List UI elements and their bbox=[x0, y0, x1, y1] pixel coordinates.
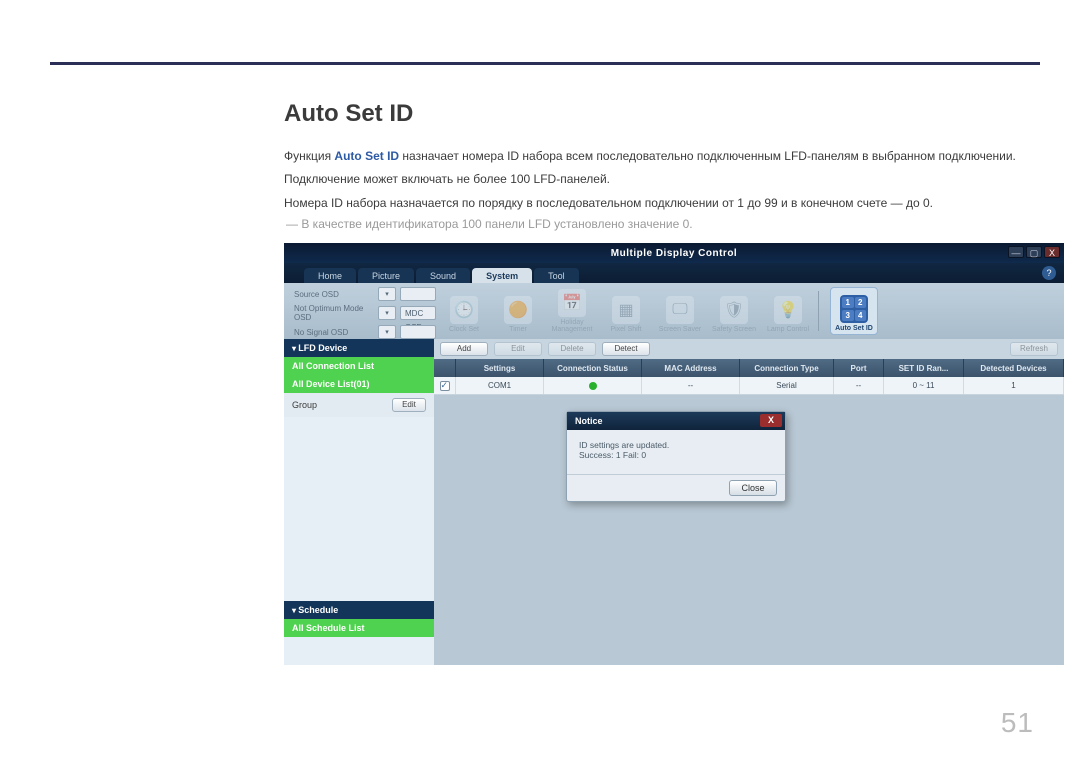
tool-timer[interactable]: 🟠Timer bbox=[494, 287, 542, 335]
table-row[interactable]: COM1 -- Serial -- 0 ~ 11 1 bbox=[434, 377, 1064, 395]
tool-icons-row: 🕒Clock Set 🟠Timer 📅Holiday Management ▦P… bbox=[440, 283, 1058, 339]
window-close-button[interactable]: X bbox=[1044, 246, 1060, 258]
keyword-auto-set-id: Auto Set ID bbox=[334, 149, 399, 163]
help-button[interactable]: ? bbox=[1042, 266, 1056, 280]
tab-sound[interactable]: Sound bbox=[416, 268, 470, 283]
tool-pixel-shift[interactable]: ▦Pixel Shift bbox=[602, 287, 650, 335]
tab-tool[interactable]: Tool bbox=[534, 268, 579, 283]
page-title: Auto Set ID bbox=[284, 100, 1044, 128]
cell-settings: COM1 bbox=[456, 377, 544, 394]
clock-icon: 🕒 bbox=[450, 296, 478, 324]
tool-holiday[interactable]: 📅Holiday Management bbox=[548, 287, 596, 335]
main-tabs: Home Picture Sound System Tool ? bbox=[284, 263, 1064, 283]
th-check bbox=[434, 359, 456, 377]
window-maximize-button[interactable]: ▢ bbox=[1026, 246, 1042, 258]
osd-value-1[interactable] bbox=[400, 287, 436, 301]
osd-label-2: Not Optimum Mode OSD bbox=[294, 304, 374, 322]
refresh-button[interactable]: Refresh bbox=[1010, 342, 1058, 356]
notice-dialog: Notice X ID settings are updated. Succes… bbox=[566, 411, 786, 502]
sidebar-all-device[interactable]: All Device List(01) bbox=[284, 375, 434, 393]
detect-button[interactable]: Detect bbox=[602, 342, 650, 356]
th-port: Port bbox=[834, 359, 884, 377]
edit-button[interactable]: Edit bbox=[494, 342, 542, 356]
auto-set-id-icon: 1234 bbox=[840, 295, 868, 323]
tool-clock-set[interactable]: 🕒Clock Set bbox=[440, 287, 488, 335]
grid-icon: ▦ bbox=[612, 296, 640, 324]
p1-post: назначает номера ID набора всем последов… bbox=[399, 149, 1016, 163]
dialog-line-1: ID settings are updated. bbox=[579, 440, 773, 450]
tool-auto-set-id[interactable]: 1234 Auto Set ID bbox=[830, 287, 878, 335]
sidebar: LFD Device All Connection List All Devic… bbox=[284, 339, 434, 665]
table-header: Settings Connection Status MAC Address C… bbox=[434, 359, 1064, 377]
sidebar-header-schedule[interactable]: Schedule bbox=[284, 601, 434, 619]
row-checkbox[interactable] bbox=[440, 381, 450, 391]
dialog-title: Notice bbox=[575, 416, 603, 426]
page-number: 51 bbox=[1001, 707, 1034, 739]
tab-system[interactable]: System bbox=[472, 268, 532, 283]
cell-detected: 1 bbox=[964, 377, 1064, 394]
action-bar: Add Edit Delete Detect Refresh bbox=[434, 339, 1064, 359]
app-window: Multiple Display Control — ▢ X Home Pict… bbox=[284, 243, 1064, 665]
osd-label-1: Source OSD bbox=[294, 290, 374, 299]
cell-status bbox=[544, 377, 642, 394]
delete-button[interactable]: Delete bbox=[548, 342, 596, 356]
sidebar-group-row: Group Edit bbox=[284, 393, 434, 417]
osd-value-3[interactable] bbox=[400, 325, 436, 339]
toolbar: Source OSD ▾ Not Optimum Mode OSD ▾ MDC … bbox=[284, 283, 1064, 339]
sidebar-group-label: Group bbox=[292, 400, 317, 410]
sidebar-all-connection[interactable]: All Connection List bbox=[284, 357, 434, 375]
title-bar: Multiple Display Control — ▢ X bbox=[284, 243, 1064, 263]
dialog-body: ID settings are updated. Success: 1 Fail… bbox=[567, 430, 785, 474]
shield-icon: 🛡 bbox=[720, 296, 748, 324]
add-button[interactable]: Add bbox=[440, 342, 488, 356]
osd-dropdown-1[interactable]: ▾ bbox=[378, 287, 396, 301]
device-table: Settings Connection Status MAC Address C… bbox=[434, 359, 1064, 665]
lamp-icon: 💡 bbox=[774, 296, 802, 324]
tool-screen-saver[interactable]: 🖵Screen Saver bbox=[656, 287, 704, 335]
th-setid-range: SET ID Ran... bbox=[884, 359, 964, 377]
cell-type: Serial bbox=[740, 377, 834, 394]
calendar-icon: 📅 bbox=[558, 289, 586, 317]
p1-pre: Функция bbox=[284, 149, 334, 163]
tool-safety-screen[interactable]: 🛡Safety Screen bbox=[710, 287, 758, 335]
dialog-title-bar: Notice X bbox=[567, 412, 785, 430]
cell-mac: -- bbox=[642, 377, 740, 394]
dialog-close-button[interactable]: Close bbox=[729, 480, 777, 496]
sidebar-header-lfd[interactable]: LFD Device bbox=[284, 339, 434, 357]
osd-panel: Source OSD ▾ Not Optimum Mode OSD ▾ MDC … bbox=[290, 283, 440, 339]
paragraph-3: Номера ID набора назначается по порядку … bbox=[284, 193, 1044, 213]
osd-value-2[interactable]: MDC OSD bbox=[400, 306, 436, 320]
window-minimize-button[interactable]: — bbox=[1008, 246, 1024, 258]
osd-dropdown-2[interactable]: ▾ bbox=[378, 306, 396, 320]
paragraph-2: Подключение может включать не более 100 … bbox=[284, 169, 1044, 189]
th-detected: Detected Devices bbox=[964, 359, 1064, 377]
th-settings: Settings bbox=[456, 359, 544, 377]
sidebar-all-schedule[interactable]: All Schedule List bbox=[284, 619, 434, 637]
th-conn-status: Connection Status bbox=[544, 359, 642, 377]
main-area: Add Edit Delete Detect Refresh Settings … bbox=[434, 339, 1064, 665]
section-divider bbox=[50, 62, 1040, 65]
tab-home[interactable]: Home bbox=[304, 268, 356, 283]
cell-range: 0 ~ 11 bbox=[884, 377, 964, 394]
paragraph-1: Функция Auto Set ID назначает номера ID … bbox=[284, 146, 1044, 166]
th-mac: MAC Address bbox=[642, 359, 740, 377]
dialog-line-2: Success: 1 Fail: 0 bbox=[579, 450, 773, 460]
th-conn-type: Connection Type bbox=[740, 359, 834, 377]
status-dot-icon bbox=[589, 382, 597, 390]
app-title: Multiple Display Control bbox=[284, 248, 1064, 259]
cell-port: -- bbox=[834, 377, 884, 394]
note-line: В качестве идентификатора 100 панели LFD… bbox=[286, 217, 1044, 231]
tab-picture[interactable]: Picture bbox=[358, 268, 414, 283]
osd-label-3: No Signal OSD bbox=[294, 328, 374, 337]
dialog-close-x[interactable]: X bbox=[760, 414, 782, 427]
osd-dropdown-3[interactable]: ▾ bbox=[378, 325, 396, 339]
sidebar-empty bbox=[284, 417, 434, 601]
screen-icon: 🖵 bbox=[666, 296, 694, 324]
sidebar-edit-button[interactable]: Edit bbox=[392, 398, 426, 412]
timer-icon: 🟠 bbox=[504, 296, 532, 324]
tool-lamp-control[interactable]: 💡Lamp Control bbox=[764, 287, 812, 335]
